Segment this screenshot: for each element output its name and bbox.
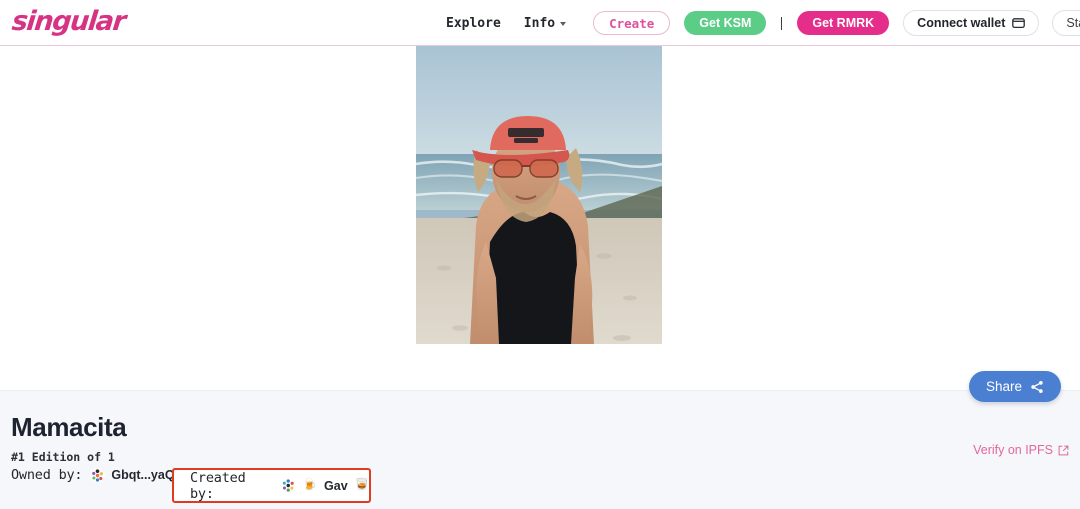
share-button-label: Share bbox=[985, 379, 1022, 394]
nav-link-info[interactable]: Info bbox=[523, 15, 567, 31]
nft-edition: #1 Edition of 1 bbox=[11, 450, 115, 464]
share-button[interactable]: Share bbox=[968, 371, 1061, 402]
owner-link[interactable]: Gbqt...yaQB bbox=[90, 467, 184, 483]
network-selector-label: Statemine bbox=[1066, 16, 1080, 30]
external-link-icon bbox=[1058, 445, 1069, 455]
nav-center-group: Explore Info Create Get KSM Get RMRK Con… bbox=[446, 0, 1080, 46]
nft-detail-panel: Share Mamacita #1 Edition of 1 Owned by: bbox=[0, 371, 1080, 509]
artwork-gallery bbox=[0, 46, 1080, 390]
owned-by-label: Owned by: bbox=[11, 467, 83, 483]
identicon-avatar bbox=[281, 478, 296, 493]
top-navbar: singular Explore Info Create Get KSM Get… bbox=[0, 0, 1080, 46]
nav-link-explore-label: Explore bbox=[446, 15, 501, 31]
verify-on-ipfs-label: Verify on IPFS bbox=[973, 443, 1053, 457]
singular-logo[interactable]: singular bbox=[10, 6, 126, 37]
connect-wallet-label: Connect wallet bbox=[917, 16, 1006, 30]
singular-nft-detail-page: singular Explore Info Create Get KSM Get… bbox=[0, 0, 1080, 509]
whiskey-emoji-right: 🥃 bbox=[354, 478, 369, 491]
nav-link-explore[interactable]: Explore bbox=[446, 16, 501, 31]
network-selector[interactable]: Statemine bbox=[1052, 10, 1080, 36]
nav-separator bbox=[781, 16, 783, 30]
verify-on-ipfs-link[interactable]: Verify on IPFS bbox=[973, 443, 1069, 457]
nav-link-info-label: Info bbox=[523, 15, 556, 31]
get-rmrk-button[interactable]: Get RMRK bbox=[797, 11, 890, 35]
connect-wallet-button[interactable]: Connect wallet bbox=[903, 10, 1040, 36]
get-ksm-button[interactable]: Get KSM bbox=[684, 11, 767, 35]
share-icon bbox=[1031, 380, 1043, 393]
create-button[interactable]: Create bbox=[593, 11, 671, 35]
nft-title: Mamacita bbox=[11, 412, 127, 442]
nft-artwork[interactable] bbox=[416, 46, 662, 344]
created-by-label: Created by: bbox=[190, 469, 246, 502]
chevron-down-icon bbox=[560, 22, 567, 26]
creator-name: Gav bbox=[324, 478, 348, 493]
created-by-highlight-box[interactable]: Created by: 🍺 Gav 🥃 bbox=[172, 468, 371, 503]
identicon-avatar bbox=[90, 467, 106, 483]
wallet-icon bbox=[1012, 18, 1026, 29]
nft-artwork-image bbox=[416, 46, 662, 344]
beer-emoji-left: 🍺 bbox=[302, 478, 318, 491]
owned-by-row: Owned by: Gbqt...yaQB bbox=[11, 467, 184, 483]
